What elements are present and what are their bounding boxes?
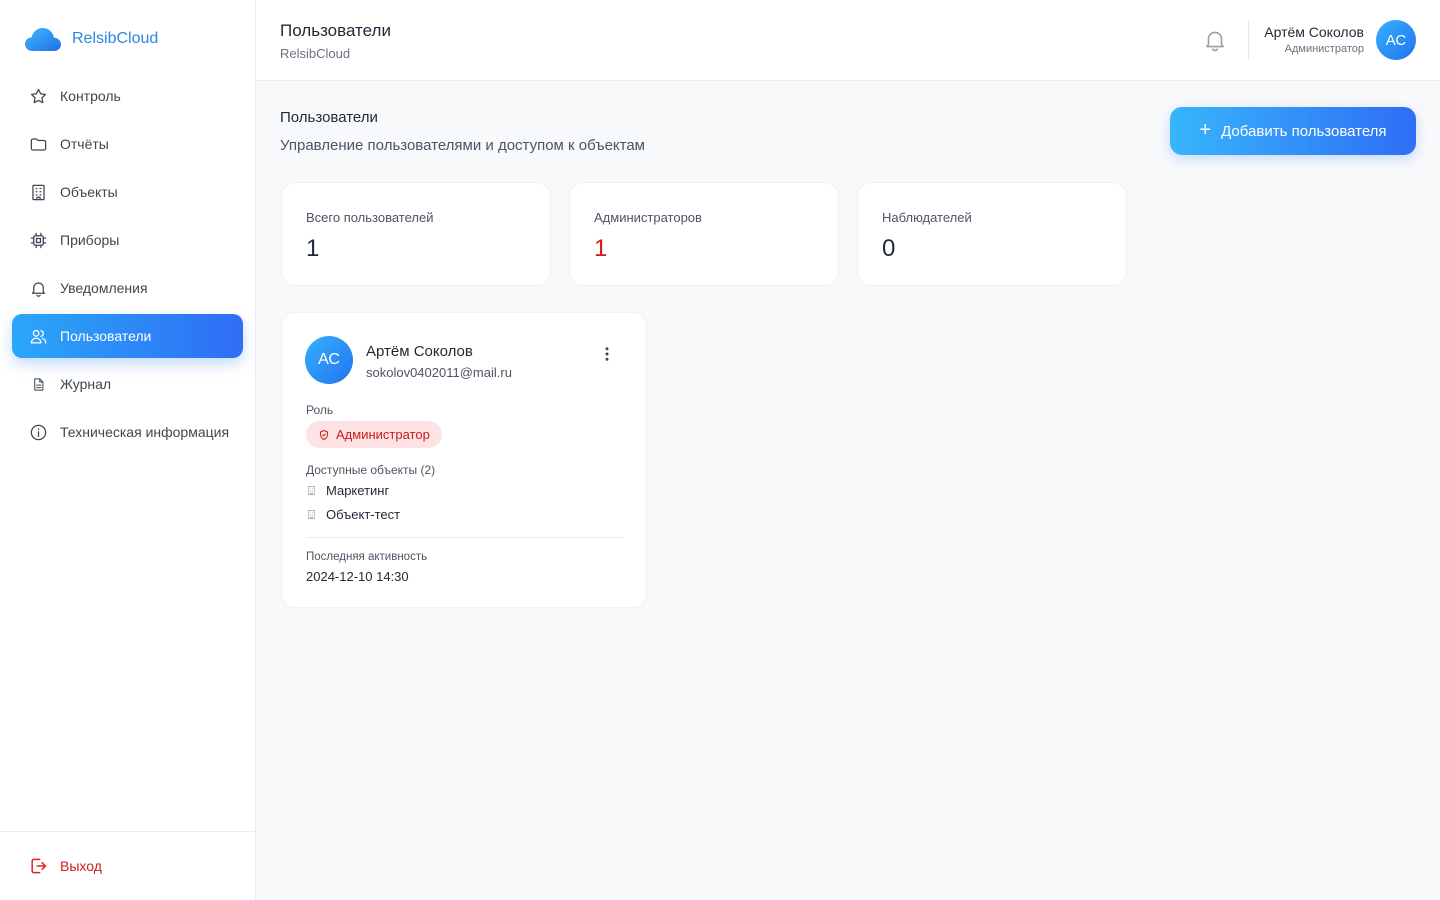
- sidebar-item-control[interactable]: Контроль: [12, 74, 243, 118]
- page-subtitle: RelsibCloud: [280, 46, 351, 61]
- stat-label: Администраторов: [594, 210, 702, 225]
- sidebar-nav: Контроль Отчёты Объекты Приборы Уведомле…: [12, 74, 243, 458]
- brand[interactable]: RelsibCloud: [24, 24, 158, 54]
- sidebar-item-label: Журнал: [60, 376, 112, 392]
- last-activity-label: Последняя активность: [306, 551, 428, 563]
- notifications-button[interactable]: [1202, 27, 1228, 53]
- sidebar-item-label: Уведомления: [60, 280, 148, 296]
- sidebar-item-reports[interactable]: Отчёты: [12, 122, 243, 166]
- stat-value: 1: [306, 235, 320, 262]
- sidebar-item-users[interactable]: Пользователи: [12, 314, 243, 358]
- logout-label: Выход: [60, 858, 102, 874]
- sidebar: RelsibCloud Контроль Отчёты Объекты Приб…: [0, 0, 256, 900]
- stat-value: 1: [594, 235, 608, 262]
- sidebar-item-notifications[interactable]: Уведомления: [12, 266, 243, 310]
- info-icon: [28, 422, 48, 442]
- stat-label: Всего пользователей: [306, 210, 434, 225]
- header-divider: [1248, 20, 1249, 60]
- role-label: Роль: [306, 403, 334, 417]
- user-email: sokolov0402011@mail.ru: [366, 365, 512, 380]
- sidebar-item-label: Отчёты: [60, 136, 109, 152]
- sidebar-item-label: Техническая информация: [60, 424, 230, 440]
- avatar[interactable]: АС: [1376, 20, 1416, 60]
- sidebar-item-objects[interactable]: Объекты: [12, 170, 243, 214]
- current-user-name: Артём Соколов: [1264, 24, 1364, 40]
- object-name: Маркетинг: [326, 483, 390, 498]
- add-user-button[interactable]: + Добавить пользователя: [1170, 107, 1416, 155]
- plus-icon: +: [1199, 119, 1212, 141]
- last-activity-value: 2024-12-10 14:30: [306, 569, 409, 584]
- sidebar-item-label: Пользователи: [60, 328, 152, 344]
- building-icon: [307, 486, 316, 495]
- object-item: Маркетинг: [306, 483, 389, 498]
- logout-icon: [31, 858, 47, 874]
- building-icon: [28, 182, 48, 202]
- user-card: АС Артём Соколов sokolov0402011@mail.ru …: [281, 312, 647, 608]
- user-menu-button[interactable]: [594, 341, 620, 367]
- more-vertical-icon: [605, 347, 609, 361]
- users-icon: [28, 326, 48, 346]
- sidebar-item-label: Контроль: [60, 88, 121, 104]
- sidebar-item-tech-info[interactable]: Техническая информация: [12, 410, 243, 454]
- page-title: Пользователи: [280, 21, 391, 40]
- role-badge: Администратор: [306, 421, 442, 448]
- brand-name: RelsibCloud: [72, 30, 159, 47]
- bell-icon: [28, 278, 48, 298]
- stat-card-observers: Наблюдателей 0: [857, 182, 1127, 286]
- document-icon: [28, 374, 48, 394]
- sidebar-item-label: Объекты: [60, 184, 118, 200]
- user-name: Артём Соколов: [366, 343, 473, 360]
- card-divider: [306, 537, 624, 538]
- shield-icon: [320, 429, 328, 440]
- building-icon: [307, 510, 316, 519]
- bell-icon: [1206, 31, 1224, 52]
- current-user-role: Администратор: [1284, 43, 1364, 55]
- top-header: Пользователи RelsibCloud Артём Соколов А…: [256, 0, 1440, 81]
- stat-value: 0: [882, 235, 896, 262]
- folder-icon: [28, 134, 48, 154]
- role-badge-label: Администратор: [336, 427, 430, 442]
- object-name: Объект-тест: [326, 507, 401, 522]
- sidebar-item-journal[interactable]: Журнал: [12, 362, 243, 406]
- object-item: Объект-тест: [306, 507, 400, 522]
- star-icon: [28, 86, 48, 106]
- user-avatar: АС: [305, 336, 353, 384]
- sidebar-item-devices[interactable]: Приборы: [12, 218, 243, 262]
- logout-button[interactable]: Выход: [0, 831, 255, 900]
- stat-card-total: Всего пользователей 1: [281, 182, 551, 286]
- current-user[interactable]: Артём Соколов Администратор: [1264, 24, 1364, 55]
- section-description: Управление пользователями и доступом к о…: [280, 137, 645, 154]
- chip-icon: [28, 230, 48, 250]
- section-title: Пользователи: [280, 109, 378, 126]
- objects-label: Доступные объекты (2): [306, 463, 436, 477]
- cloud-logo-icon: [25, 28, 61, 51]
- add-user-button-label: Добавить пользователя: [1221, 122, 1387, 140]
- stat-label: Наблюдателей: [882, 210, 972, 225]
- sidebar-item-label: Приборы: [60, 232, 120, 248]
- stat-card-admins: Администраторов 1: [569, 182, 839, 286]
